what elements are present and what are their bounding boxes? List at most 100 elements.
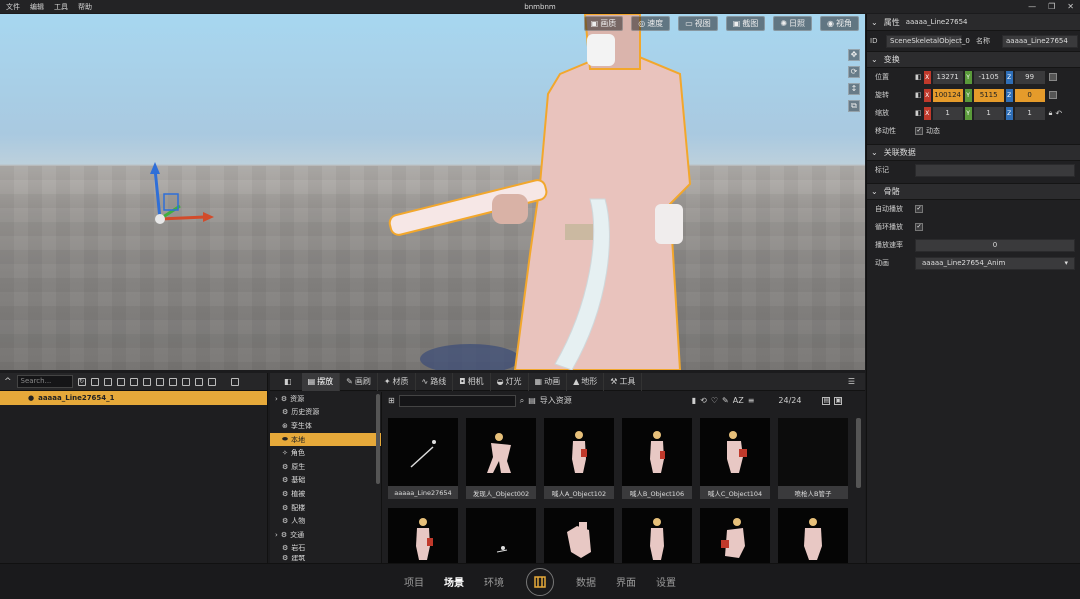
tree-item[interactable]: ⚙ 原生 bbox=[270, 460, 381, 474]
speed-input[interactable]: 0 bbox=[915, 238, 1075, 252]
grid-view-icon[interactable]: ⊞ bbox=[388, 396, 395, 405]
asset-tile[interactable]: aaaaa_Line27654 bbox=[388, 418, 458, 500]
tab-route[interactable]: ∿ 路线 bbox=[416, 372, 454, 391]
outliner-search-input[interactable]: Search... bbox=[16, 375, 73, 388]
rotation-x-input[interactable]: 100124 bbox=[932, 88, 963, 102]
nav-environment[interactable]: 环境 bbox=[474, 574, 514, 589]
collapse-icon[interactable]: ^ bbox=[4, 377, 12, 387]
scale-y-input[interactable]: 1 bbox=[973, 106, 1004, 120]
tab-tools[interactable]: ⚒ 工具 bbox=[604, 372, 643, 391]
sunlight-button[interactable]: ✺ 日照 bbox=[773, 16, 813, 31]
view-mode-icon[interactable]: ▤ bbox=[822, 396, 831, 405]
tab-brush[interactable]: ✎ 画刷 bbox=[340, 372, 378, 391]
tab-animation[interactable]: ▦ 动画 bbox=[529, 372, 568, 391]
tree-item[interactable]: › ⚙ 资源 bbox=[270, 392, 381, 406]
tab-material[interactable]: ✦ 材质 bbox=[378, 372, 416, 391]
autoplay-checkbox[interactable]: ✓ bbox=[915, 205, 923, 213]
sort-az-icon[interactable]: AZ bbox=[733, 396, 744, 405]
history-icon[interactable]: ⟲ bbox=[700, 396, 707, 405]
menu-icon[interactable]: ☰ bbox=[848, 377, 855, 386]
minimize-icon[interactable]: — bbox=[1028, 2, 1036, 11]
nav-project[interactable]: 项目 bbox=[394, 574, 434, 589]
import-button[interactable]: 导入资源 bbox=[540, 395, 572, 406]
screenshot-button[interactable]: ▣ 截图 bbox=[725, 16, 766, 31]
heart-icon[interactable]: ♡ bbox=[711, 396, 718, 405]
nav-settings[interactable]: 设置 bbox=[646, 574, 686, 589]
asset-search-input[interactable] bbox=[398, 394, 516, 407]
tree-item[interactable]: ⚙ 人物 bbox=[270, 514, 381, 528]
menu-help[interactable]: 帮助 bbox=[78, 2, 102, 12]
view-button[interactable]: ▭ 视图 bbox=[678, 16, 718, 31]
list-icon[interactable] bbox=[194, 377, 203, 386]
tree-item[interactable]: ⚙ 配楼 bbox=[270, 501, 381, 515]
tree-item[interactable]: ⚙ 基础 bbox=[270, 474, 381, 488]
tree-item[interactable]: › ⚙ 交通 bbox=[270, 528, 381, 542]
related-section-header[interactable]: ⌄ 关联数据 bbox=[867, 144, 1080, 161]
mobility-checkbox[interactable]: ✓ bbox=[915, 127, 923, 135]
move-icon[interactable]: ✥ bbox=[848, 49, 860, 61]
camera-icon[interactable] bbox=[116, 377, 125, 386]
frame-icon[interactable] bbox=[90, 377, 99, 386]
asset-tile[interactable]: 喊人B_Object106 bbox=[622, 418, 692, 500]
perspective-button[interactable]: ◉ 视角 bbox=[820, 16, 859, 31]
selected-character[interactable] bbox=[388, 14, 692, 370]
box-icon[interactable] bbox=[168, 377, 177, 386]
rotate-icon[interactable]: ⟳ bbox=[848, 66, 860, 78]
tree-item[interactable]: ⚙ 植被 bbox=[270, 487, 381, 501]
settings-icon[interactable]: ▣ bbox=[834, 396, 843, 405]
tab-terrain[interactable]: ▲ 地形 bbox=[567, 372, 605, 391]
quality-button[interactable]: ▣ 画质 bbox=[583, 16, 624, 31]
position-z-input[interactable]: 99 bbox=[1014, 70, 1045, 84]
anim-select[interactable]: aaaaa_Line27654_Anim ▾ bbox=[915, 256, 1075, 270]
nav-data[interactable]: 数据 bbox=[566, 574, 606, 589]
tab-light[interactable]: ◒ 灯光 bbox=[491, 372, 529, 391]
loop-checkbox[interactable]: ✓ bbox=[915, 223, 923, 231]
outliner-item[interactable]: ● aaaaa_Line27654_1 bbox=[0, 391, 267, 405]
asset-scrollbar[interactable] bbox=[856, 418, 861, 488]
search-icon[interactable]: ⌕ bbox=[520, 396, 524, 406]
layout-icon[interactable] bbox=[230, 377, 239, 386]
chevron-down-icon[interactable]: ⌄ bbox=[871, 18, 878, 27]
tag-input[interactable] bbox=[915, 163, 1075, 177]
tree-item[interactable]: ⚙ 建筑 bbox=[270, 555, 381, 561]
edit-icon[interactable]: ✎ bbox=[722, 396, 729, 405]
nav-interface[interactable]: 界面 bbox=[606, 574, 646, 589]
asset-tile[interactable]: 喷枪人B管子 bbox=[778, 418, 848, 500]
reset-icon[interactable] bbox=[1048, 73, 1057, 81]
lock-icon[interactable]: 🔒︎ bbox=[1049, 109, 1053, 118]
skeleton-section-header[interactable]: ⌄ 骨骼 bbox=[867, 183, 1080, 200]
name-field[interactable]: aaaaa_Line27654 bbox=[1002, 34, 1078, 48]
table-icon[interactable] bbox=[207, 377, 216, 386]
grid-icon[interactable] bbox=[181, 377, 190, 386]
snap-icon[interactable]: ⧉ bbox=[848, 100, 860, 112]
nav-scene[interactable]: 场景 bbox=[434, 574, 474, 589]
filter-icon[interactable]: ≡ bbox=[748, 396, 755, 405]
position-y-input[interactable]: -1105 bbox=[973, 70, 1004, 84]
menu-tools[interactable]: 工具 bbox=[54, 2, 78, 12]
app-logo-icon[interactable] bbox=[526, 567, 554, 596]
menu-edit[interactable]: 编辑 bbox=[30, 2, 54, 12]
close-icon[interactable]: ✕ bbox=[1067, 2, 1074, 11]
tree-item[interactable]: ⚙ 历史资源 bbox=[270, 406, 381, 420]
tree-item[interactable]: ✧ 角色 bbox=[270, 446, 381, 460]
refresh-icon[interactable]: ↻ bbox=[77, 377, 86, 386]
scene-viewport[interactable]: ▣ 画质 ◎ 速度 ▭ 视图 ▣ 截图 ✺ 日照 ◉ 视角 ✥ ⟳ ↕ ⧉ bbox=[0, 14, 865, 370]
rotation-y-input[interactable]: 5115 bbox=[973, 88, 1004, 102]
reset-icon[interactable] bbox=[1048, 91, 1057, 99]
tab-place[interactable]: ▤ 摆放 bbox=[301, 372, 341, 391]
transform-section-header[interactable]: ⌄ 变换 bbox=[867, 51, 1080, 68]
asset-tile[interactable]: 喊人A_Object102 bbox=[544, 418, 614, 500]
position-x-input[interactable]: 13271 bbox=[932, 70, 963, 84]
scale-z-input[interactable]: 1 bbox=[1014, 106, 1045, 120]
tree-item[interactable]: ⚙ 岩石 bbox=[270, 542, 381, 556]
panel-toggle-icon[interactable]: ◧ bbox=[274, 377, 302, 386]
expand-icon[interactable] bbox=[142, 377, 151, 386]
tab-camera[interactable]: ◘ 相机 bbox=[453, 372, 491, 391]
restore-icon[interactable]: ❐ bbox=[1048, 2, 1055, 11]
id-field[interactable]: SceneSkeletalObject_0 bbox=[886, 34, 970, 48]
asset-tile[interactable]: 喊人C_Object104 bbox=[700, 418, 770, 500]
transform-gizmo[interactable] bbox=[150, 162, 214, 224]
scale-icon[interactable]: ↕ bbox=[848, 83, 860, 95]
copy-icon[interactable] bbox=[155, 377, 164, 386]
focus-icon[interactable] bbox=[103, 377, 112, 386]
